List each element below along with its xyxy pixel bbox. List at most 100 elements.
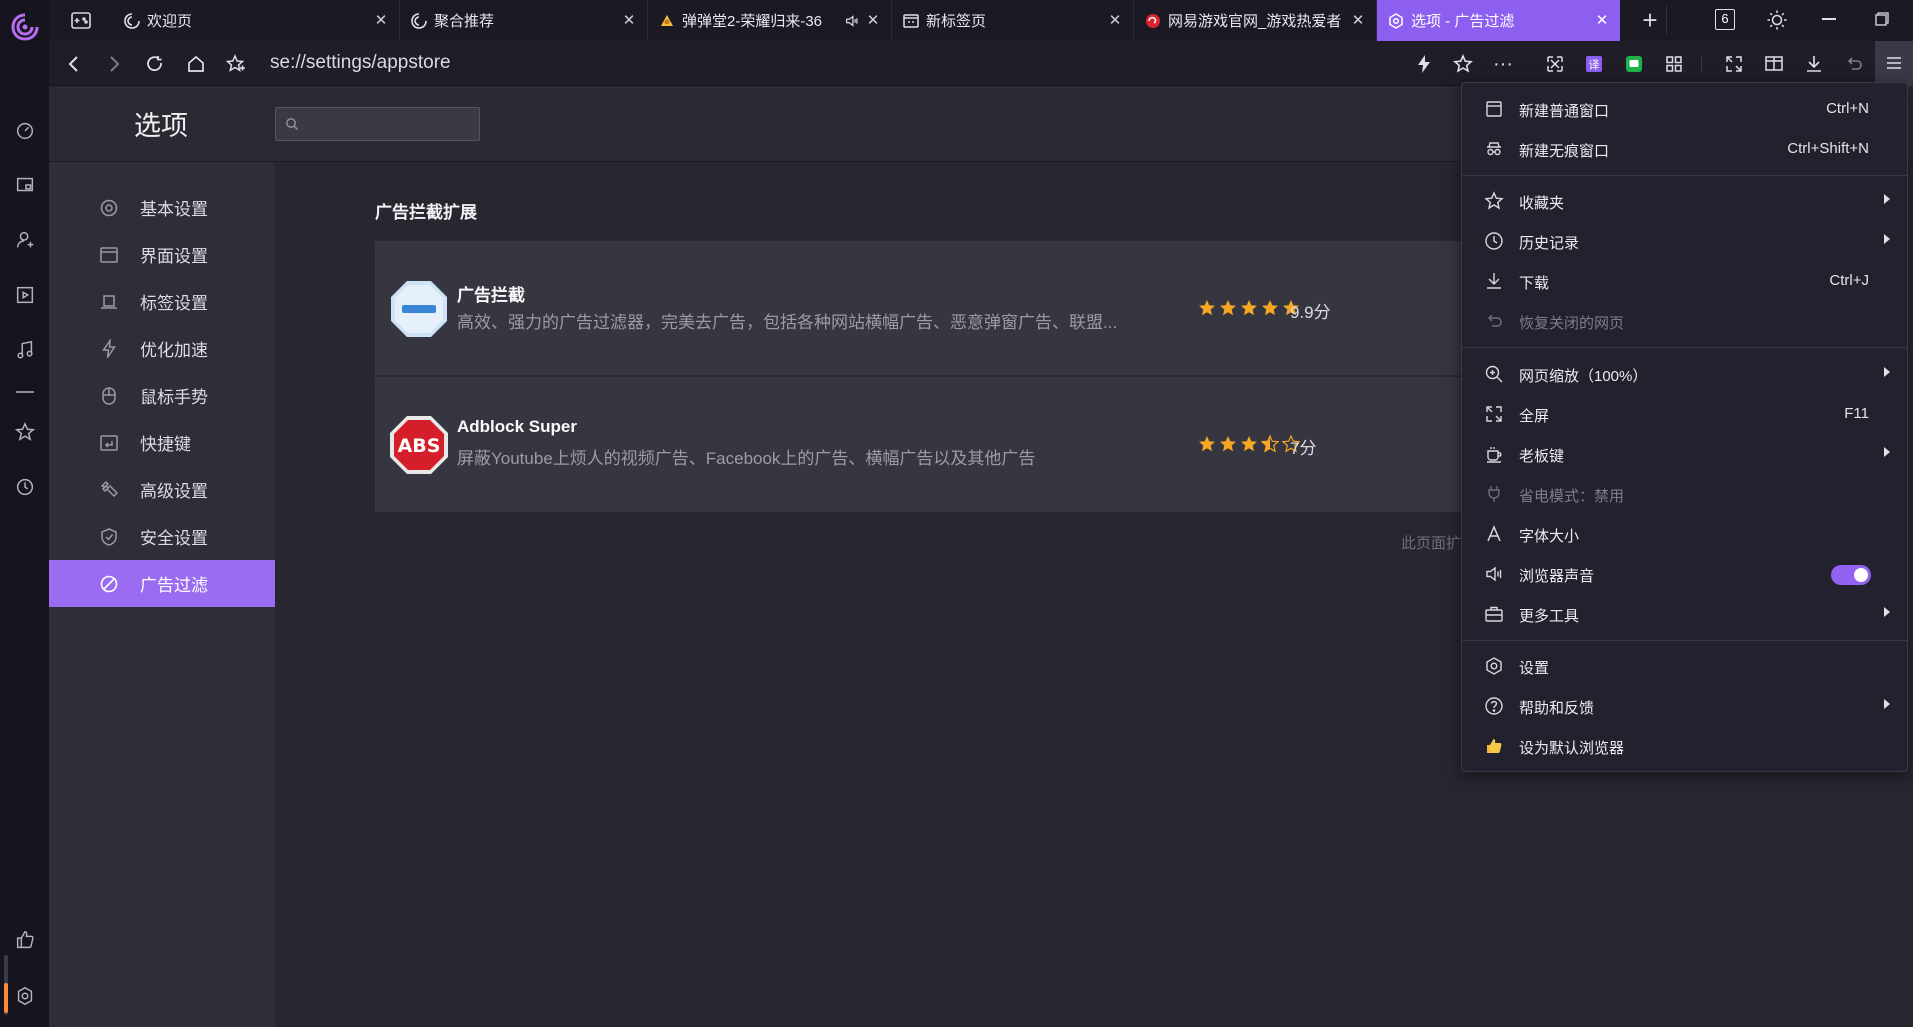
video-icon[interactable] [12,282,38,308]
sidebar-item-advanced[interactable]: 高级设置 [49,466,275,513]
sidebar-item-security[interactable]: 安全设置 [49,513,275,560]
menu-item-downloads[interactable]: 下载 Ctrl+J [1462,261,1907,301]
apps-grid-icon[interactable] [1661,51,1687,77]
close-icon[interactable]: ✕ [1350,12,1366,29]
sidebar-item-shortcuts[interactable]: 快捷键 [49,419,275,466]
speaker-icon[interactable] [843,12,861,30]
menu-item-default-browser[interactable]: 设为默认浏览器 [1462,726,1907,766]
search-input[interactable] [275,107,480,141]
lightning-icon[interactable] [1411,51,1437,77]
menu-item-new-window[interactable]: 新建普通窗口 Ctrl+N [1462,89,1907,129]
close-icon[interactable]: ✕ [1107,12,1123,29]
theme-sun-icon[interactable] [1766,9,1788,31]
split-view-icon[interactable] [1761,51,1787,77]
more-dots-icon[interactable]: ··· [1490,51,1516,77]
tab-welcome[interactable]: 欢迎页 ✕ [113,0,400,41]
sidebar-item-basic[interactable]: 基本设置 [49,184,275,231]
menu-item-restore-closed: 恢复关闭的网页 [1462,301,1907,341]
fullscreen-icon[interactable] [1721,51,1747,77]
menu-item-zoom[interactable]: 网页缩放（100%） [1462,354,1907,394]
section-title: 广告拦截扩展 [375,203,477,222]
menu-item-bookmarks[interactable]: 收藏夹 [1462,181,1907,221]
menu-button[interactable] [1875,41,1913,86]
menu-item-font-size[interactable]: 字体大小 [1462,514,1907,554]
close-icon[interactable]: ✕ [865,12,881,29]
menu-item-label: 字体大小 [1519,528,1580,545]
address-bar[interactable]: se://settings/appstore [270,52,451,74]
sidebar-item-adblock[interactable]: 广告过滤 [49,560,275,607]
bookmark-add-button[interactable] [223,51,249,77]
submenu-arrow-icon [1884,447,1890,457]
home-button[interactable] [183,51,209,77]
extension-card[interactable]: 广告拦截 高效、强力的广告过滤器，完美去广告，包括各种网站横幅广告、恶意弹窗广告… [375,241,1515,376]
screen-icon[interactable] [12,172,38,198]
sidebar-item-mouse[interactable]: 鼠标手势 [49,372,275,419]
menu-item-history[interactable]: 历史记录 [1462,221,1907,261]
tab-settings-active[interactable]: 选项 - 广告过滤 ✕ [1377,0,1620,41]
menu-item-boss-key[interactable]: 老板键 [1462,434,1907,474]
speed-dial-icon[interactable] [12,117,38,143]
thumbs-up-icon[interactable] [12,927,38,953]
close-icon[interactable]: ✕ [1594,12,1610,29]
tab-aggregate[interactable]: 聚合推荐 ✕ [400,0,648,41]
game-icon [658,12,676,30]
forward-button[interactable] [101,51,127,77]
sidebar-item-interface[interactable]: 界面设置 [49,231,275,278]
page-title: 选项 [134,111,188,141]
restore-button[interactable] [1875,12,1889,26]
download-icon[interactable] [1801,51,1827,77]
undo-icon[interactable] [1841,51,1867,77]
bookmark-star-icon[interactable] [12,419,38,445]
menu-item-help[interactable]: 帮助和反馈 [1462,686,1907,726]
scroll-thumb[interactable] [4,983,8,1013]
menu-item-fullscreen[interactable]: 全屏 F11 [1462,394,1907,434]
swirl-logo-icon [123,12,141,30]
menu-item-settings[interactable]: 设置 [1462,646,1907,686]
star-full-icon [1262,300,1278,316]
sidebar-item-label: 优化加速 [140,341,208,360]
toolbox-icon [1483,603,1505,625]
menu-separator [1462,347,1907,348]
screenshot-icon[interactable] [1542,51,1568,77]
extension-card[interactable]: ABS Adblock Super 屏蔽Youtube上烦人的视频广告、Face… [375,377,1515,512]
tab-label: 网易游戏官网_游戏热爱者 [1168,13,1342,30]
sidebar-item-speed[interactable]: 优化加速 [49,325,275,372]
footnote-text: 此页面扩 [1401,535,1462,552]
browser-logo-icon[interactable] [10,12,40,42]
menu-item-new-incognito[interactable]: 新建无痕窗口 Ctrl+Shift+N [1462,129,1907,169]
history-icon[interactable] [12,474,38,500]
tab-new[interactable]: 新标签页 ✕ [892,0,1134,41]
extension-description: 屏蔽Youtube上烦人的视频广告、Facebook上的广告、横幅广告以及其他广… [457,449,1036,468]
new-tab-button[interactable]: + [1638,7,1662,33]
settings-gear-icon[interactable] [12,983,38,1009]
menu-item-more-tools[interactable]: 更多工具 [1462,594,1907,634]
reload-button[interactable] [142,51,168,77]
tab-netease[interactable]: 网易游戏官网_游戏热爱者 ✕ [1134,0,1377,41]
block-icon [97,572,121,596]
music-icon[interactable] [12,337,38,363]
star-icon[interactable] [1450,51,1476,77]
user-icon[interactable] [12,227,38,253]
tab-label: 弹弹堂2-荣耀归来-36 [682,13,823,30]
tab-count-badge[interactable]: 6 [1715,9,1735,30]
minimize-button[interactable] [1822,18,1836,20]
game-center-icon[interactable] [69,9,93,33]
abp-logo-icon: ABS [389,415,449,475]
tab-game[interactable]: 弹弹堂2-荣耀归来-36 ✕ [648,0,892,41]
close-icon[interactable]: ✕ [621,12,637,29]
rating-score: 7分 [1290,439,1317,458]
menu-item-label: 设为默认浏览器 [1519,740,1625,757]
translate-icon[interactable]: 译 [1581,51,1607,77]
menu-item-browser-sound[interactable]: 浏览器声音 [1462,554,1907,594]
menu-item-shortcut: F11 [1844,405,1869,422]
sound-toggle[interactable] [1831,565,1871,585]
back-button[interactable] [61,51,87,77]
mouse-icon [97,384,121,408]
star-full-icon [1199,436,1215,452]
close-icon[interactable]: ✕ [373,12,389,29]
wechat-icon[interactable] [1621,51,1647,77]
main-menu: 新建普通窗口 Ctrl+N 新建无痕窗口 Ctrl+Shift+N 收藏夹 历史… [1461,82,1908,772]
menu-item-shortcut: Ctrl+Shift+N [1787,140,1869,157]
star-full-icon [1220,300,1236,316]
sidebar-item-tabs[interactable]: 标签设置 [49,278,275,325]
